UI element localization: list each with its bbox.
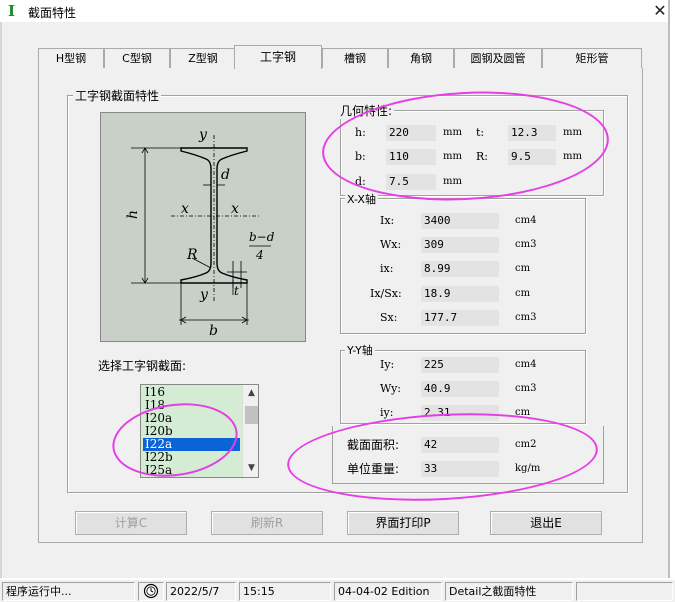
tab-rectangular-tube[interactable]: 矩形管 (542, 48, 642, 68)
tab-z-steel[interactable]: Z型钢 (170, 48, 236, 68)
tab-h-steel[interactable]: H型钢 (38, 48, 104, 68)
label-y-top: y (198, 127, 208, 143)
section-select-label: 选择工字钢截面: (98, 359, 187, 373)
label-d: d (221, 167, 230, 183)
wy-unit: cm3 (515, 383, 537, 394)
status-date: 2022/5/7 (166, 582, 236, 601)
wx-label: Wx: (380, 238, 402, 251)
status-bar: 程序运行中... 2022/5/7 15:15 04-04-02 Edition… (0, 580, 675, 602)
close-icon[interactable]: ✕ (650, 1, 670, 21)
i-beam-properties-title: 工字钢截面特性 (73, 87, 162, 104)
label-x-right: x (231, 201, 239, 217)
calculate-button[interactable]: 计算C (75, 511, 187, 535)
sx-label: Sx: (380, 311, 398, 324)
wx-value[interactable]: 309 (421, 237, 499, 253)
exit-button[interactable]: 退出E (490, 511, 602, 535)
ix-sx-value[interactable]: 18.9 (421, 286, 499, 302)
label-h: h (125, 210, 141, 219)
scroll-down-icon[interactable]: ▼ (243, 460, 258, 477)
label-b: b (209, 323, 218, 339)
wx-unit: cm3 (515, 239, 537, 250)
ix-radius-unit: cm (515, 263, 531, 274)
scroll-up-icon[interactable]: ▲ (243, 385, 258, 402)
status-module: Detail之截面特性 (445, 582, 573, 601)
status-time: 15:15 (239, 582, 331, 601)
iy-unit: cm4 (515, 359, 537, 370)
tab-round-steel-pipe[interactable]: 圆钢及圆管 (454, 48, 542, 68)
listbox-scrollbar[interactable]: ▲ ▼ (242, 385, 258, 477)
status-edition: 04-04-02 Edition (334, 582, 442, 601)
label-t: t (234, 284, 239, 298)
iy-label: Iy: (380, 358, 395, 371)
label-R: R (186, 247, 198, 263)
ix-sx-label: Ix/Sx: (370, 287, 402, 300)
clock-icon (138, 582, 164, 601)
xx-axis-title: X-X轴 (345, 191, 378, 207)
print-screen-button[interactable]: 界面打印P (347, 511, 459, 535)
label-frac-num: b−d (249, 230, 275, 244)
tab-channel-steel[interactable]: 槽钢 (322, 48, 388, 68)
yy-axis-title: Y-Y轴 (345, 342, 375, 358)
tab-i-beam[interactable]: 工字钢 (234, 45, 322, 69)
iy-value[interactable]: 225 (421, 357, 499, 373)
left-border (0, 22, 2, 578)
app-i-beam-icon: I (8, 2, 16, 20)
wy-value[interactable]: 40.9 (421, 381, 499, 397)
i-beam-section-diagram: y y x x h d R t b b−d 4 (100, 112, 306, 342)
sx-value[interactable]: 177.7 (421, 310, 499, 326)
window-title: 截面特性 (28, 6, 77, 20)
ix-value[interactable]: 3400 (421, 213, 499, 229)
title-bar (0, 0, 675, 22)
sx-unit: cm3 (515, 312, 537, 323)
ix-sx-unit: cm (515, 288, 531, 299)
label-y-bottom: y (199, 287, 209, 303)
status-empty (576, 582, 673, 601)
scroll-thumb[interactable] (245, 406, 258, 424)
label-frac-den: 4 (255, 248, 264, 262)
status-running: 程序运行中... (2, 582, 135, 601)
label-x-left: x (181, 201, 189, 217)
ix-radius-value[interactable]: 8.99 (421, 261, 499, 277)
tab-angle-steel[interactable]: 角钢 (388, 48, 454, 68)
refresh-button[interactable]: 刷新R (211, 511, 323, 535)
ix-label: Ix: (380, 214, 395, 227)
ix-unit: cm4 (515, 215, 537, 226)
right-border (668, 0, 670, 578)
ix-radius-label: ix: (380, 262, 394, 275)
tab-c-steel[interactable]: C型钢 (104, 48, 170, 68)
wy-label: Wy: (380, 382, 401, 395)
